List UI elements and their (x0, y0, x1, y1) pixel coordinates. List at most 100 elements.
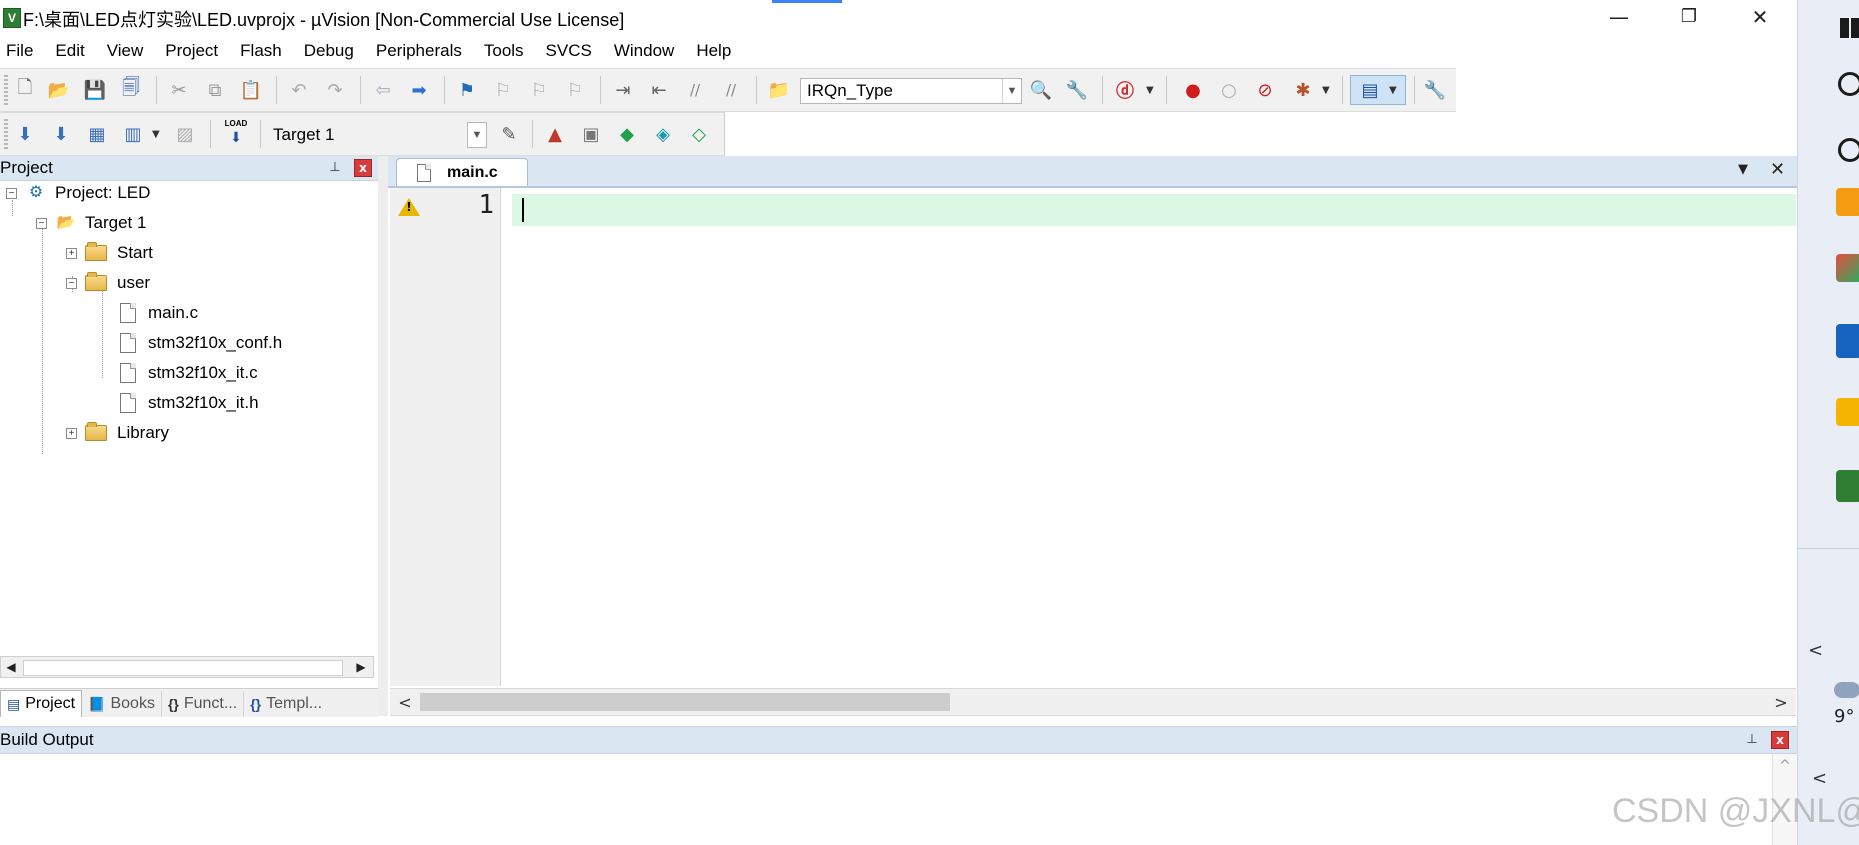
scroll-left-icon[interactable]: ◀ (3, 659, 19, 675)
restore-button[interactable]: ❐ (1660, 0, 1718, 34)
copy-icon[interactable]: ⧉ (202, 77, 228, 103)
menu-flash[interactable]: Flash (229, 36, 293, 66)
windows-start-icon[interactable] (1840, 18, 1859, 38)
panel-splitter[interactable] (378, 156, 388, 716)
tree-item-folder-start[interactable]: + Start (66, 240, 153, 266)
close-tab-icon[interactable]: ✕ (1770, 159, 1785, 180)
tree-item-target[interactable]: − 📂 Target 1 (36, 210, 146, 236)
chevron-down-icon[interactable]: ▼ (1002, 79, 1021, 103)
find-icon[interactable]: 🔍 (1028, 77, 1054, 103)
weather-cloud-icon[interactable] (1834, 682, 1859, 698)
editor-margin[interactable] (390, 188, 430, 686)
menu-svcs[interactable]: SVCS (535, 36, 603, 66)
chevron-down-icon[interactable]: ▼ (467, 122, 487, 148)
scroll-right-icon[interactable]: ▶ (353, 659, 369, 675)
expand-icon[interactable]: + (66, 427, 77, 439)
tab-main-c[interactable]: main.c (396, 158, 528, 186)
code-editor[interactable]: ! 1 (390, 188, 1796, 686)
tab-project[interactable]: ▤ Project (0, 690, 83, 717)
breakpoint-tools-icon[interactable]: ✱ (1290, 77, 1316, 103)
menu-file[interactable]: File (0, 36, 44, 66)
close-panel-button[interactable]: x (354, 159, 372, 177)
close-panel-button[interactable]: x (1771, 731, 1789, 749)
navigate-forward-icon[interactable]: ➡ (406, 77, 432, 103)
rebuild-icon[interactable]: ▦ (84, 121, 110, 147)
manage-project-items-icon[interactable]: ▲ (542, 121, 568, 147)
unindent-icon[interactable]: ⇤ (646, 77, 672, 103)
save-all-icon[interactable]: 🗐 (118, 77, 144, 103)
tree-item-file-main-c[interactable]: main.c (120, 300, 198, 326)
color-app-icon[interactable] (1836, 254, 1859, 282)
current-line-highlight[interactable] (512, 194, 1796, 226)
bookmark-icon[interactable]: ⚑ (454, 77, 480, 103)
chevron-down-icon[interactable]: ▼ (1146, 85, 1154, 96)
pack-installer-icon[interactable]: ◇ (686, 121, 712, 147)
tree-item-file-it-c[interactable]: stm32f10x_it.c (120, 360, 258, 386)
save-icon[interactable]: 💾 (82, 77, 108, 103)
favorite-app-icon[interactable] (1836, 188, 1859, 216)
configuration-wrench-icon[interactable]: 🔧 (1422, 77, 1448, 103)
tree-item-folder-user[interactable]: − user (66, 270, 150, 296)
menu-project[interactable]: Project (154, 36, 229, 66)
menu-window[interactable]: Window (603, 36, 685, 66)
tree-item-file-it-h[interactable]: stm32f10x_it.h (120, 390, 259, 416)
menu-view[interactable]: View (96, 36, 155, 66)
chevron-down-icon[interactable]: ▼ (1322, 85, 1330, 96)
tab-functions[interactable]: {} Funct... (162, 691, 245, 717)
collapse-icon[interactable]: − (6, 187, 17, 199)
insert-breakpoint-icon[interactable]: ● (1180, 77, 1206, 103)
pin-icon[interactable]: ⊥ (1745, 733, 1759, 747)
collapse-icon[interactable]: − (66, 277, 77, 289)
menu-debug[interactable]: Debug (293, 36, 365, 66)
expand-icon[interactable]: + (66, 247, 77, 259)
chevron-left-icon[interactable]: < (1812, 768, 1827, 789)
pin-icon[interactable]: ⊥ (328, 161, 342, 175)
indent-icon[interactable]: ⇥ (610, 77, 636, 103)
previous-bookmark-icon[interactable]: ⚐ (490, 77, 516, 103)
uncomment-icon[interactable]: // (718, 77, 744, 103)
comment-icon[interactable]: // (682, 77, 708, 103)
target-select[interactable]: Target 1 ▼ (266, 122, 488, 148)
scroll-right-icon[interactable]: > (1772, 693, 1790, 712)
build-icon[interactable]: ⬇ (48, 121, 74, 147)
redo-icon[interactable]: ↷ (322, 77, 348, 103)
download-button[interactable]: LOAD ⬇ (222, 119, 250, 149)
chevron-down-icon[interactable]: ▼ (152, 129, 160, 140)
undo-icon[interactable]: ↶ (286, 77, 312, 103)
find-in-files-icon[interactable]: 📁 (766, 77, 792, 103)
collapse-icon[interactable]: − (36, 217, 47, 229)
next-bookmark-icon[interactable]: ⚐ (526, 77, 552, 103)
scroll-up-icon[interactable]: ^ (1779, 758, 1791, 774)
target-options-icon[interactable]: ✎ (496, 121, 522, 147)
open-file-icon[interactable]: 📂 (46, 77, 72, 103)
toolbar-grip[interactable] (4, 119, 8, 149)
file-explorer-icon[interactable] (1836, 398, 1859, 426)
debug-session-icon[interactable]: ⓓ (1112, 77, 1138, 103)
toolbar-grip[interactable] (4, 75, 8, 105)
tab-list-dropdown-icon[interactable]: ▼ (1738, 162, 1748, 177)
cut-icon[interactable]: ✂ (166, 77, 192, 103)
stop-build-icon[interactable]: ▨ (172, 121, 198, 147)
minimize-button[interactable]: — (1590, 0, 1648, 34)
build-output-pane[interactable] (0, 754, 1797, 845)
menu-peripherals[interactable]: Peripherals (365, 36, 473, 66)
menu-tools[interactable]: Tools (473, 36, 535, 66)
scrollbar-thumb[interactable] (23, 660, 343, 676)
window-layout-button[interactable]: ▤ ▼ (1350, 75, 1406, 105)
tree-item-project[interactable]: − ⚙ Project: LED (6, 180, 150, 206)
blue-app-icon[interactable] (1836, 324, 1859, 358)
tab-templates[interactable]: {} Templ... (244, 691, 328, 717)
menu-edit[interactable]: Edit (44, 36, 95, 66)
disable-breakpoint-icon[interactable]: ○ (1216, 77, 1242, 103)
tree-item-file-conf-h[interactable]: stm32f10x_conf.h (120, 330, 282, 356)
close-window-button[interactable]: ✕ (1731, 0, 1789, 34)
uvision-taskbar-icon[interactable] (1836, 470, 1859, 502)
scrollbar-thumb[interactable] (420, 693, 950, 711)
tree-item-folder-library[interactable]: + Library (66, 420, 169, 446)
batch-build-icon[interactable]: ▥ (120, 121, 146, 147)
new-file-icon[interactable]: 🗋 (12, 77, 38, 103)
manage-components-icon[interactable]: ▣ (578, 121, 604, 147)
editor-horizontal-scrollbar[interactable]: < > (390, 688, 1796, 716)
find-combo[interactable]: IRQn_Type ▼ (800, 78, 1022, 104)
select-pack-icon[interactable]: ◈ (650, 121, 676, 147)
